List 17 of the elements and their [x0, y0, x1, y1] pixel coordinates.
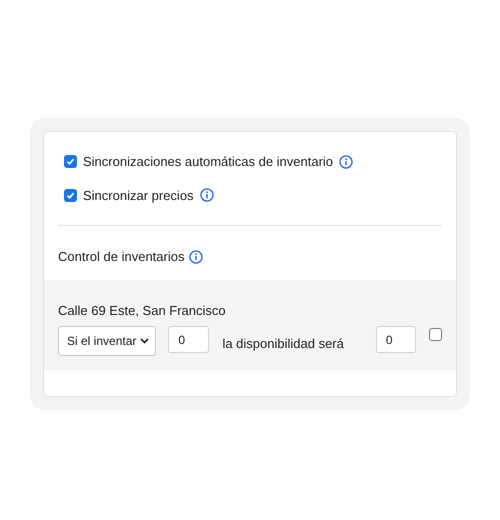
info-icon[interactable]	[339, 154, 354, 169]
checkbox[interactable]	[429, 328, 442, 341]
chevron-down-icon	[140, 338, 150, 344]
location-name: Calle 69 Este, San Francisco	[58, 302, 227, 320]
checkbox-label: Sincronizaciones automáticas de inventario	[83, 153, 334, 171]
check-icon	[66, 190, 75, 200]
checkbox[interactable]	[64, 155, 77, 168]
checkbox[interactable]	[64, 188, 77, 202]
availability-field[interactable]: 0	[376, 326, 416, 353]
checkbox-label: Sincronizar precios	[83, 186, 194, 205]
info-icon[interactable]	[189, 250, 204, 264]
info-icon[interactable]	[200, 188, 214, 202]
section-title: Control de inventarios	[58, 248, 184, 266]
availability-label: la disponibilidad será	[222, 335, 344, 353]
check-icon	[66, 157, 75, 166]
threshold-field[interactable]: 0	[168, 326, 210, 353]
condition-select[interactable]: Si el inventar	[58, 326, 156, 356]
